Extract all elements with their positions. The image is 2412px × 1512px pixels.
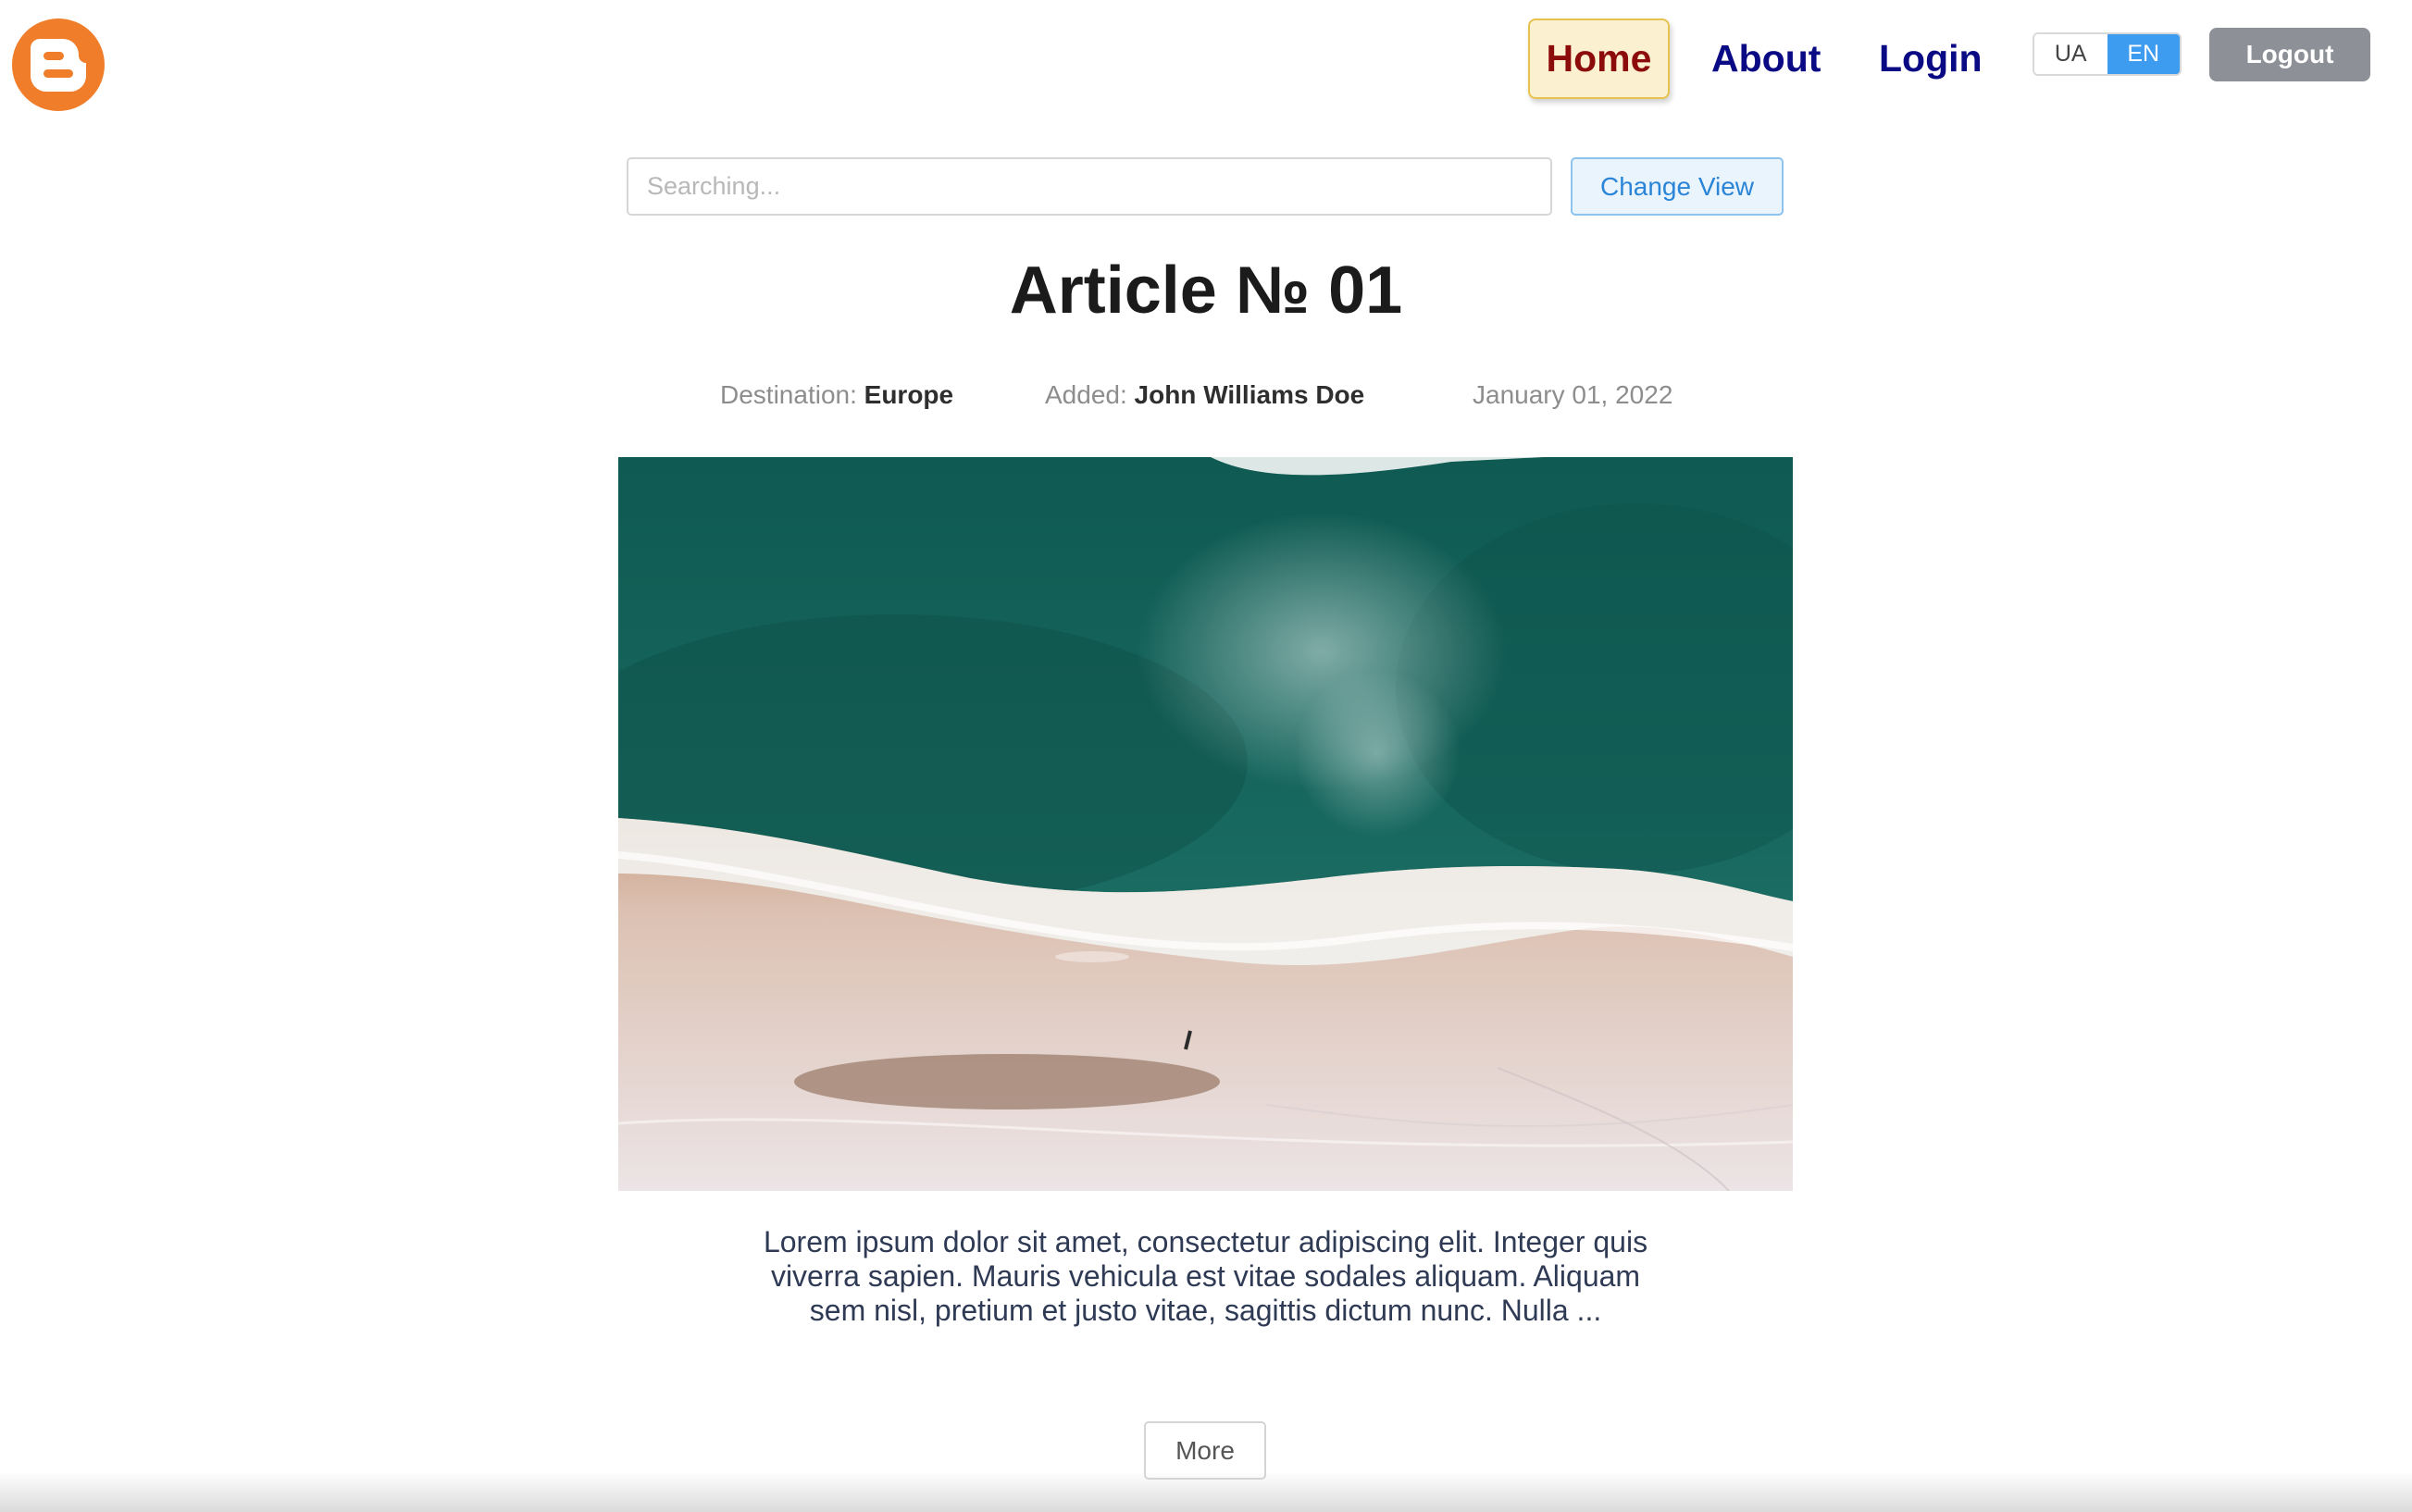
blogger-logo-icon[interactable] — [12, 19, 105, 111]
article-author: Added: John Williams Doe — [1045, 375, 1364, 415]
blogger-logo-glyph — [31, 39, 86, 92]
destination-label: Destination: — [720, 380, 857, 409]
nav-home-button[interactable]: Home — [1528, 19, 1670, 99]
article-title: Article № 01 — [1009, 254, 1403, 328]
language-option-ua[interactable]: UA — [2034, 34, 2107, 74]
page: Home About Login UA EN Logout Change Vie… — [0, 0, 2412, 1512]
nav-login-link[interactable]: Login — [1879, 19, 1983, 99]
more-button[interactable]: More — [1144, 1421, 1266, 1480]
destination-value: Europe — [864, 380, 954, 409]
search-input[interactable] — [627, 157, 1552, 216]
added-value: John Williams Doe — [1134, 380, 1365, 409]
language-option-en[interactable]: EN — [2107, 34, 2180, 74]
article-image — [618, 457, 1793, 1191]
logout-button[interactable]: Logout — [2209, 28, 2370, 81]
nav-about-link[interactable]: About — [1711, 19, 1821, 99]
article-date: January 01, 2022 — [1473, 380, 1673, 409]
beach-aerial-photo — [618, 457, 1793, 1191]
added-label: Added: — [1045, 380, 1127, 409]
change-view-button[interactable]: Change View — [1571, 157, 1784, 216]
language-switch: UA EN — [2033, 32, 2182, 76]
article-excerpt: Lorem ipsum dolor sit amet, consectetur … — [763, 1225, 1648, 1327]
article-destination: Destination: Europe — [720, 375, 953, 415]
